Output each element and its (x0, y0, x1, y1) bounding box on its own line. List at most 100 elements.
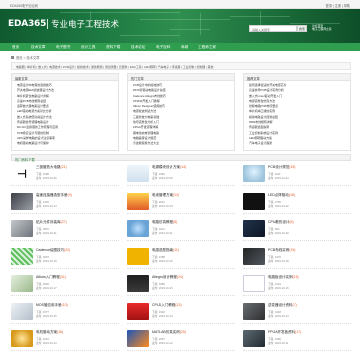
header-link[interactable]: 电子工程师之家 (312, 27, 352, 31)
download-title[interactable]: FPGA开发板资料(17) (268, 330, 301, 335)
article-title[interactable]: 汽车电子设计趋势 (249, 141, 272, 145)
download-thumbnail[interactable] (127, 275, 149, 292)
download-title[interactable]: 电感选型指南(11) (152, 248, 179, 253)
download-thumbnail[interactable] (127, 247, 149, 265)
download-title[interactable]: Altium入门教程(31) (36, 275, 66, 280)
subcategory-link[interactable]: LED照明 (144, 65, 155, 69)
download-title-text[interactable]: CPU散热设计 (268, 220, 289, 224)
subcategory-link[interactable]: 电路图 (16, 65, 25, 69)
download-title[interactable]: 高速连接器选型手册(9) (36, 193, 72, 198)
download-thumbnail[interactable] (243, 220, 265, 237)
nav-item-forum[interactable]: 技术论坛 (131, 45, 145, 50)
download-title[interactable]: 电池管理方案(12) (152, 193, 179, 198)
download-title-text[interactable]: MATLAB仿真实例 (152, 330, 180, 334)
subcategory-link[interactable]: 测试测量 (105, 65, 117, 69)
download-item[interactable]: 电机驱动方案(16) 下载: 2264 发布: 2023-10-13 (11, 328, 119, 351)
top-bar-user-links[interactable]: 登录 | 注册 | 帮助 (326, 3, 350, 8)
download-title[interactable]: Allegro设计教程(24) (152, 275, 183, 280)
article-title[interactable]: 示波器使用方法大全 (133, 141, 159, 145)
article-title[interactable]: 电机驱动电路设计与保护 (17, 141, 49, 145)
article-title[interactable]: Altium Designer使用技巧 (133, 104, 165, 108)
download-title[interactable]: 逆变器设计资料(7) (268, 303, 297, 308)
subcategory-link[interactable]: 通信网络 (91, 65, 103, 69)
article-link[interactable]: ·示波器使用方法大全 (131, 141, 231, 146)
download-item[interactable]: 贴片元件封装库(27) 下载: 3870 发布: 2023-10-21 (11, 218, 119, 241)
download-title-text[interactable]: Allegro设计教程 (152, 275, 177, 279)
article-title[interactable]: 电源完整性仿真方法 (249, 99, 275, 103)
download-item[interactable]: Allegro设计教程(24) 下载: 3356 发布: 2023-10-16 (127, 273, 235, 296)
download-thumbnail[interactable] (11, 275, 33, 292)
article-title[interactable]: 高速信号PCB设计实例分析 (249, 88, 284, 92)
article-link[interactable]: ·汽车电子设计趋势 (247, 141, 347, 146)
download-title-text[interactable]: PCB设计规范 (268, 165, 289, 169)
download-item[interactable]: 电感选型指南(11) 下载: 1688 发布: 2023-10-19 (127, 246, 235, 269)
article-title[interactable]: LED驱动电源方案对比分析 (17, 109, 52, 113)
article-title[interactable]: 开关电源EMI滤波器设计方法 (17, 88, 54, 92)
download-title-text[interactable]: 三极管放大电路 (36, 165, 61, 169)
nav-item-community[interactable]: 工程师之家 (198, 45, 216, 50)
article-title[interactable]: 传感器选型指南 (249, 125, 269, 129)
subcategory-link[interactable]: 其他 (208, 65, 214, 69)
download-thumbnail[interactable] (11, 220, 33, 237)
download-thumbnail[interactable] (11, 247, 33, 265)
article-title[interactable]: 射频电路PCB布局要点 (249, 104, 278, 108)
download-title[interactable]: MATLAB仿真实例(20) (152, 330, 186, 335)
download-thumbnail[interactable] (243, 192, 265, 210)
article-title[interactable]: 三极管放大电路基础 (133, 115, 159, 119)
download-title-text[interactable]: MOS管应用手册 (36, 303, 61, 307)
article-title[interactable]: PCB叠层设计与阻抗控制 (17, 131, 49, 135)
article-title[interactable]: DC-DC变换器的工作原理与应用 (17, 125, 58, 129)
article-title[interactable]: 电源设计中电容的选用技巧 (17, 83, 52, 87)
download-title[interactable]: CPU散热设计(6) (268, 220, 294, 225)
search-button[interactable]: 搜索 (297, 25, 307, 32)
download-title[interactable]: 贴片元件封装库(27) (36, 220, 67, 225)
download-thumbnail[interactable] (11, 330, 33, 347)
download-thumbnail[interactable] (243, 302, 265, 320)
download-title[interactable]: PCB设计规范(33) (268, 165, 295, 170)
nav-item-wiki[interactable]: 电子百科 (156, 45, 170, 50)
download-title[interactable]: 电源模块设计方案(14) (152, 165, 186, 170)
download-item[interactable]: MATLAB仿真实例(20) 下载: 2987 发布: 2023-10-12 (127, 328, 235, 351)
article-title[interactable]: 高速PCB布线规则总结 (17, 99, 46, 103)
article-title[interactable]: PCB设计中的接地技巧 (133, 83, 162, 87)
download-item[interactable]: 电池管理方案(12) 下载: 2031 发布: 2023-10-23 (127, 191, 235, 214)
download-title-text[interactable]: 电感选型指南 (152, 248, 173, 252)
download-item[interactable]: Altium入门教程(31) 下载: 4820 发布: 2023-10-17 (11, 273, 119, 296)
search-input[interactable]: 请输入关键字 (249, 25, 297, 32)
subcategory-link[interactable]: 模拟技术 (77, 65, 89, 69)
article-title[interactable]: 单片机复位电路设计详解 (17, 94, 49, 98)
download-title[interactable]: PCB布线实例(19) (268, 248, 295, 253)
article-title[interactable]: ADC采样电路的设计注意事项 (17, 136, 55, 140)
article-title[interactable]: 单片机串口通信实例 (249, 109, 275, 113)
download-item[interactable]: CPLD入门教程(13) 下载: 1902 发布: 2023-10-14 (127, 301, 235, 324)
article-title[interactable]: 工业控制系统设计实例 (249, 131, 278, 135)
download-title-text[interactable]: PCB布线实例 (268, 248, 289, 252)
article-title[interactable]: 运算放大器电路设计要点 (17, 104, 49, 108)
download-title-text[interactable]: 电源模块设计方案 (152, 165, 180, 169)
download-thumbnail[interactable] (243, 247, 265, 265)
subcategory-link[interactable]: PCB设计 (63, 65, 75, 69)
download-title-text[interactable]: 电路板设计实例 (268, 275, 293, 279)
download-item[interactable]: Cadence绘图技巧(22) 下载: 3015 发布: 2023-10-19 (11, 246, 119, 269)
download-title[interactable]: 电路仿真教程(8) (152, 220, 177, 225)
download-title-text[interactable]: LED点阵驱动 (268, 193, 289, 197)
download-title-text[interactable]: Altium入门教程 (36, 275, 60, 279)
download-title[interactable]: 电机驱动方案(16) (36, 330, 63, 335)
download-thumbnail[interactable] (127, 165, 149, 182)
download-thumbnail[interactable] (127, 220, 149, 237)
subcategory-link[interactable]: 元器件 (119, 65, 128, 69)
download-thumbnail[interactable]: ⊣ (11, 165, 33, 182)
download-title-text[interactable]: 逆变器设计资料 (268, 303, 293, 307)
article-title[interactable]: 嵌入式Linux驱动开发入门 (249, 94, 282, 98)
download-item[interactable]: MOS管应用手册(10) 下载: 1577 发布: 2023-10-15 (11, 301, 119, 324)
download-item[interactable]: ⊣ 三极管放大电路(21) 下载: 3298 发布: 2023-10-26 (11, 163, 119, 186)
download-item[interactable]: LED点阵驱动(18) 下载: 2755 发布: 2023-10-22 (243, 191, 351, 214)
download-item[interactable]: FPGA开发板资料(17) 下载: 2390 发布: 2023-10-11 (243, 328, 351, 351)
article-title[interactable]: LED照明驱动方案 (249, 136, 272, 140)
download-thumbnail[interactable] (127, 302, 149, 320)
download-title-text[interactable]: CPLD入门教程 (152, 303, 175, 307)
download-title-text[interactable]: 电路仿真教程 (152, 220, 173, 224)
download-title-text[interactable]: FPGA开发板资料 (268, 330, 295, 334)
download-item[interactable]: 电路板设计实例(15) 下载: 2123 发布: 2023-10-16 (243, 273, 351, 296)
subcategory-link[interactable]: 控制器 (197, 65, 206, 69)
